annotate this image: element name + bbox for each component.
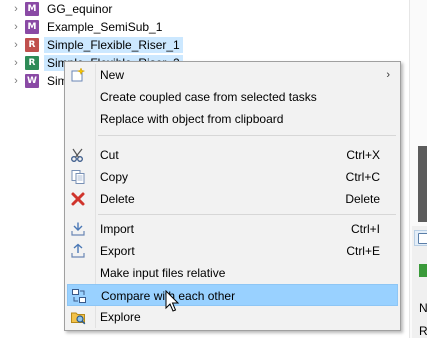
tree-item-gg-equinor[interactable]: › M GG_equinor <box>0 0 420 18</box>
tree-item-label: GG_equinor <box>47 2 113 16</box>
menu-item-label: Replace with object from clipboard <box>100 112 284 126</box>
chevron-right-icon[interactable]: › <box>11 40 21 51</box>
model-icon: M <box>25 2 39 16</box>
menu-item-replace-from-clipboard[interactable]: Replace with object from clipboard <box>67 108 398 130</box>
menu-item-label: New <box>100 68 125 82</box>
model-icon: M <box>25 20 39 34</box>
compare-icon <box>72 289 86 303</box>
menu-item-compare[interactable]: Compare with each other <box>67 284 398 306</box>
tree-item-example-semisub[interactable]: › M Example_SemiSub_1 <box>0 18 420 36</box>
menu-item-cut[interactable]: Cut Ctrl+X <box>67 144 398 166</box>
menu-item-label: Cut <box>100 148 119 162</box>
panel-text-fragment: N <box>419 301 427 315</box>
panel-tab[interactable] <box>414 230 427 246</box>
menu-item-import[interactable]: Import Ctrl+I <box>67 218 398 240</box>
scrollbar-thumb[interactable] <box>418 146 427 222</box>
menu-item-shortcut: Ctrl+I <box>350 222 380 236</box>
riser-icon: R <box>25 38 39 52</box>
scissors-icon <box>71 148 83 162</box>
context-menu: New › Create coupled case from selected … <box>64 61 401 331</box>
chevron-right-icon[interactable]: › <box>11 76 21 87</box>
result-icon: W <box>25 74 39 88</box>
explore-icon <box>71 312 86 325</box>
menu-item-shortcut: Ctrl+C <box>345 170 380 184</box>
menu-item-delete[interactable]: Delete Delete <box>67 188 398 210</box>
menu-item-shortcut: Ctrl+X <box>346 148 380 162</box>
tree-item-label: Example_SemiSub_1 <box>47 20 163 34</box>
menu-item-export[interactable]: Export Ctrl+E <box>67 240 398 262</box>
chevron-right-icon: › <box>386 69 390 81</box>
chevron-right-icon[interactable]: › <box>11 22 21 33</box>
menu-item-label: Export <box>100 244 135 258</box>
delete-icon <box>71 192 85 206</box>
menu-separator <box>98 135 396 136</box>
menu-item-label: Import <box>100 222 135 236</box>
new-icon <box>71 67 86 82</box>
menu-item-make-files-relative[interactable]: Make input files relative <box>67 262 398 284</box>
tree-item-label: Simple_Flexible_Riser_1 <box>44 37 183 53</box>
status-indicator <box>419 264 427 277</box>
panel-text-fragment: R <box>419 324 427 338</box>
menu-item-shortcut: Ctrl+E <box>346 244 380 258</box>
chevron-right-icon[interactable]: › <box>11 58 21 69</box>
menu-item-label: Copy <box>100 170 129 184</box>
mouse-pointer-icon <box>165 290 180 312</box>
menu-item-create-coupled-case[interactable]: Create coupled case from selected tasks <box>67 86 398 108</box>
menu-item-shortcut: Delete <box>345 192 380 206</box>
menu-item-copy[interactable]: Copy Ctrl+C <box>67 166 398 188</box>
import-icon <box>71 222 85 236</box>
menu-item-label: Make input files relative <box>100 266 226 280</box>
copy-icon <box>71 170 85 184</box>
riser-icon: R <box>25 56 39 70</box>
tree-item-simple-flexible-riser-1[interactable]: › R Simple_Flexible_Riser_1 <box>0 36 420 54</box>
menu-item-new[interactable]: New › <box>67 64 398 86</box>
export-icon <box>71 243 85 258</box>
menu-item-label: Explore <box>100 310 141 324</box>
menu-item-explore[interactable]: Explore <box>67 306 398 328</box>
menu-separator <box>98 214 396 215</box>
chevron-right-icon[interactable]: › <box>11 4 21 15</box>
menu-item-label: Create coupled case from selected tasks <box>100 90 317 104</box>
window-icon <box>418 233 427 244</box>
menu-item-label: Delete <box>100 192 135 206</box>
